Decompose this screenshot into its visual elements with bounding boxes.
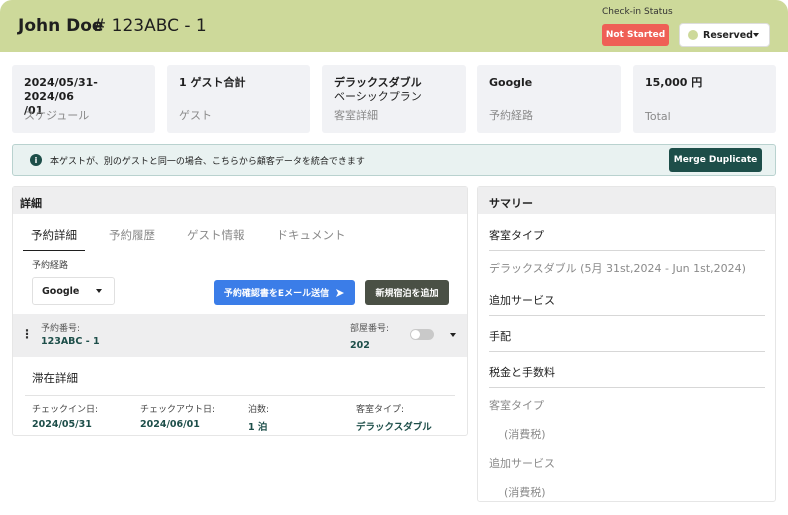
stay-details-title: 滞在詳細 bbox=[32, 371, 78, 385]
checkin-status-label: Check-in Status bbox=[602, 7, 673, 17]
nights-value: 1 泊 bbox=[248, 422, 268, 433]
details-tabs: 予約詳細 予約履歴 ゲスト情報 ドキュメント bbox=[23, 227, 370, 251]
room-number-label: 部屋番号: bbox=[350, 324, 390, 334]
guests-card: 1 ゲスト合計 ゲスト bbox=[167, 65, 310, 133]
info-icon: i bbox=[30, 154, 42, 166]
booking-row: ⋮ 予約番号: 123ABC - 1 部屋番号: 202 bbox=[13, 314, 467, 357]
route-select-value: Google bbox=[42, 285, 80, 297]
email-button-label: 予約確認書をEメール送信 bbox=[223, 289, 330, 299]
card-value: Google bbox=[489, 76, 533, 89]
tab-booking-details[interactable]: 予約詳細 bbox=[23, 227, 85, 251]
page-header: John Doe # 123ABC - 1 Check-in Status No… bbox=[0, 0, 788, 52]
summary-arrangements: 手配 bbox=[489, 330, 511, 343]
tab-documents[interactable]: ドキュメント bbox=[269, 227, 354, 251]
nights-label: 泊数: bbox=[248, 405, 270, 415]
room-toggle[interactable] bbox=[410, 329, 434, 340]
summary-tax-additional-services: 追加サービス bbox=[489, 457, 555, 470]
more-options-icon[interactable]: ⋮ bbox=[21, 327, 33, 341]
chevron-down-icon[interactable] bbox=[450, 333, 456, 337]
checkin-date-label: チェックイン日: bbox=[32, 405, 99, 415]
summary-tax-additional-consumption: (消費税) bbox=[504, 486, 546, 499]
checkin-date-value: 2024/05/31 bbox=[32, 419, 92, 430]
merge-duplicate-button[interactable]: Merge Duplicate bbox=[669, 148, 762, 172]
send-icon bbox=[336, 288, 345, 297]
card-value: 2024/05/31-2024/06 bbox=[24, 76, 98, 103]
booking-route-card: Google 予約経路 bbox=[477, 65, 621, 133]
booking-number-label: 予約番号: bbox=[41, 324, 81, 334]
card-label: Total bbox=[645, 110, 671, 123]
chevron-down-icon bbox=[753, 33, 759, 37]
divider bbox=[489, 250, 765, 251]
total-card: 15,000 円 Total bbox=[633, 65, 776, 133]
merge-info-banner: i 本ゲストが、別のゲストと同一の場合、こちらから顧客データを統合できます Me… bbox=[12, 144, 776, 176]
card-value: デラックスダブル bbox=[334, 76, 422, 89]
add-new-stay-button[interactable]: 新規宿泊を追加 bbox=[365, 280, 449, 305]
booking-number-value: 123ABC - 1 bbox=[41, 336, 100, 347]
details-panel: 詳細 予約詳細 予約履歴 ゲスト情報 ドキュメント 予約経路 Google 予約… bbox=[12, 186, 468, 436]
divider bbox=[489, 351, 765, 352]
checkout-date-value: 2024/06/01 bbox=[140, 419, 200, 430]
tab-guest-info[interactable]: ゲスト情報 bbox=[179, 227, 253, 251]
merge-info-text: 本ゲストが、別のゲストと同一の場合、こちらから顧客データを統合できます bbox=[50, 157, 365, 167]
card-label: スケジュール bbox=[24, 109, 90, 122]
reservation-status-value: Reserved bbox=[703, 29, 753, 41]
reservation-status-select[interactable]: Reserved bbox=[679, 23, 770, 47]
room-number-value: 202 bbox=[350, 340, 370, 351]
checkout-date-label: チェックアウト日: bbox=[140, 405, 216, 415]
card-value: 1 ゲスト合計 bbox=[179, 76, 246, 89]
route-select[interactable]: Google bbox=[32, 277, 115, 305]
schedule-card: 2024/05/31-2024/06 /01 スケジュール bbox=[12, 65, 155, 133]
divider bbox=[489, 387, 765, 388]
card-value: 15,000 円 bbox=[645, 76, 703, 89]
card-value-2: ベーシックプラン bbox=[334, 90, 422, 103]
card-label: 客室詳細 bbox=[334, 109, 378, 122]
status-dot-icon bbox=[688, 30, 698, 40]
summary-room-type: 客室タイプ bbox=[489, 229, 544, 242]
card-label: ゲスト bbox=[179, 109, 212, 122]
booking-number: # 123ABC - 1 bbox=[92, 16, 207, 36]
summary-room-type-detail: デラックスダブル (5月 31st,2024 - Jun 1st,2024) bbox=[489, 262, 746, 275]
room-type-label: 客室タイプ: bbox=[356, 405, 405, 415]
summary-panel: サマリー 客室タイプ デラックスダブル (5月 31st,2024 - Jun … bbox=[477, 186, 776, 502]
summary-tax-room-type-consumption: (消費税) bbox=[504, 428, 546, 441]
divider bbox=[25, 395, 455, 396]
summary-title: サマリー bbox=[478, 187, 775, 214]
summary-tax-room-type: 客室タイプ bbox=[489, 399, 544, 412]
room-details-card: デラックスダブル ベーシックプラン 客室詳細 bbox=[322, 65, 466, 133]
tab-booking-history[interactable]: 予約履歴 bbox=[101, 227, 163, 251]
route-label: 予約経路 bbox=[32, 261, 69, 271]
summary-additional-services: 追加サービス bbox=[489, 294, 555, 307]
guest-name: John Doe bbox=[18, 16, 104, 36]
summary-taxes-fees: 税金と手数料 bbox=[489, 366, 555, 379]
chevron-down-icon bbox=[96, 289, 102, 293]
details-title: 詳細 bbox=[13, 187, 467, 214]
send-confirmation-email-button[interactable]: 予約確認書をEメール送信 bbox=[214, 280, 355, 305]
divider bbox=[489, 315, 765, 316]
room-type-value: デラックスダブル bbox=[356, 422, 432, 433]
checkin-status-badge[interactable]: Not Started bbox=[602, 24, 669, 46]
card-label: 予約経路 bbox=[489, 109, 533, 122]
